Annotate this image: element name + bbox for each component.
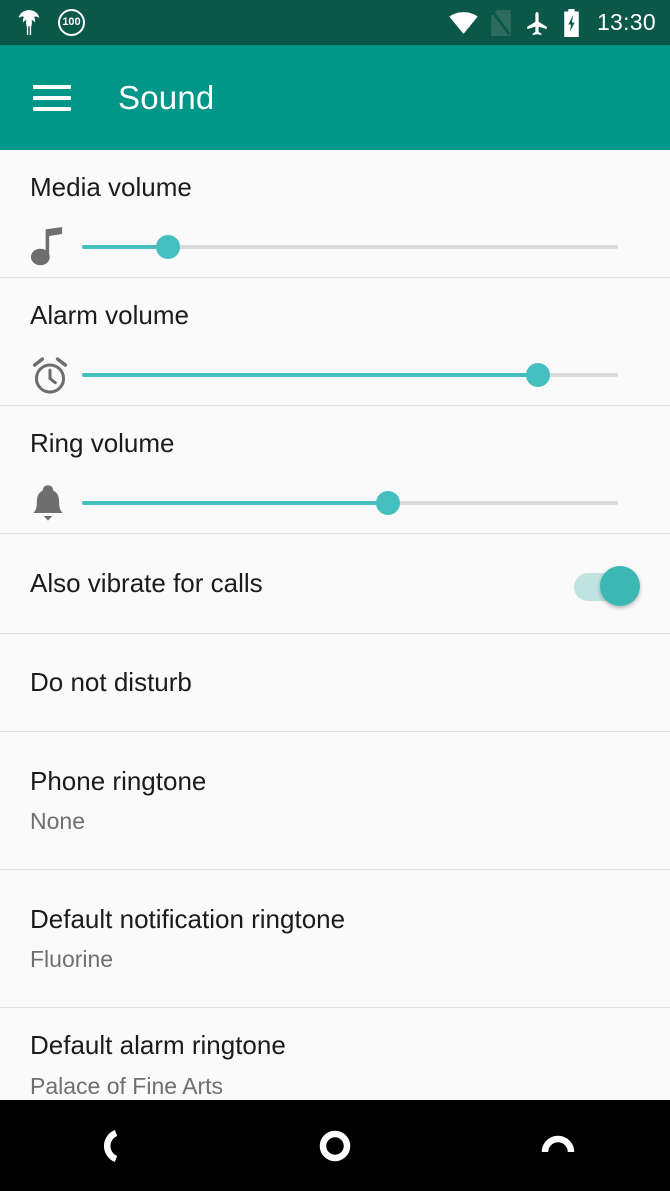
battery-percent-badge: 100 — [58, 9, 85, 36]
setting-row-phone-ringtone[interactable]: Phone ringtone None — [0, 732, 670, 870]
hamburger-line — [33, 84, 71, 89]
battery-charging-icon — [563, 8, 580, 37]
settings-list: Media volume Alarm volume Ring volume Al… — [0, 150, 670, 1104]
vibrate-for-calls-switch[interactable] — [574, 562, 640, 606]
app-bar: Sound — [0, 45, 670, 150]
recents-icon — [542, 1135, 575, 1152]
slider-thumb[interactable] — [375, 491, 400, 516]
slider-line — [30, 355, 640, 395]
slider-line — [30, 227, 640, 267]
setting-row-default-alarm-ringtone[interactable]: Default alarm ringtone Palace of Fine Ar… — [0, 1008, 670, 1104]
slider-thumb[interactable] — [155, 235, 180, 260]
setting-title: Ring volume — [30, 428, 175, 458]
airplane-mode-icon — [524, 10, 550, 36]
hamburger-line — [33, 95, 71, 100]
slider-line — [30, 483, 640, 523]
alarm-clock-icon — [30, 355, 82, 395]
hamburger-icon[interactable] — [33, 84, 71, 111]
hamburger-line — [33, 106, 71, 111]
slider-fill — [82, 501, 388, 506]
status-bar-right-icons: 13:30 — [449, 8, 656, 37]
setting-title: Default alarm ringtone — [30, 1030, 286, 1060]
status-bar: 100 13:30 — [0, 0, 670, 45]
recents-button[interactable] — [498, 1100, 618, 1191]
slider-thumb[interactable] — [525, 363, 550, 388]
back-button[interactable] — [52, 1100, 172, 1191]
no-sim-icon — [491, 9, 511, 36]
setting-title: Also vibrate for calls — [30, 567, 263, 598]
ring-volume-slider[interactable] — [82, 490, 618, 516]
setting-row-do-not-disturb[interactable]: Do not disturb — [0, 634, 670, 732]
setting-row-media-volume[interactable]: Media volume — [0, 150, 670, 278]
slider-fill — [82, 373, 538, 378]
setting-row-alarm-volume[interactable]: Alarm volume — [0, 278, 670, 406]
setting-summary: Palace of Fine Arts — [30, 1073, 224, 1100]
setting-summary: None — [30, 807, 85, 834]
setting-title: Default notification ringtone — [30, 904, 346, 935]
setting-row-vibrate-for-calls[interactable]: Also vibrate for calls — [0, 534, 670, 634]
setting-summary: Fluorine — [30, 945, 114, 972]
setting-title: Alarm volume — [30, 300, 189, 330]
switch-thumb[interactable] — [600, 565, 640, 606]
page-title: Sound — [118, 78, 215, 116]
music-note-icon — [30, 227, 82, 267]
status-bar-clock: 13:30 — [596, 9, 656, 35]
wifi-icon — [449, 11, 478, 34]
back-icon — [103, 1129, 118, 1162]
setting-title: Do not disturb — [30, 666, 192, 697]
alarm-volume-slider[interactable] — [82, 362, 618, 388]
home-icon — [319, 1130, 351, 1161]
home-button[interactable] — [275, 1100, 395, 1191]
android-screen: 100 13:30 Sound Media volume Alarm volum… — [0, 0, 670, 1191]
status-bar-left-icons: 100 — [16, 9, 85, 37]
navigation-bar — [0, 1100, 670, 1191]
bell-icon — [30, 483, 82, 523]
battery-percent-value: 100 — [62, 16, 81, 28]
setting-row-default-notification-ringtone[interactable]: Default notification ringtone Fluorine — [0, 870, 670, 1008]
media-volume-slider[interactable] — [82, 234, 618, 260]
setting-title: Media volume — [30, 172, 192, 202]
setting-title: Phone ringtone — [30, 766, 207, 797]
magisk-icon — [16, 9, 42, 37]
setting-row-ring-volume[interactable]: Ring volume — [0, 406, 670, 534]
